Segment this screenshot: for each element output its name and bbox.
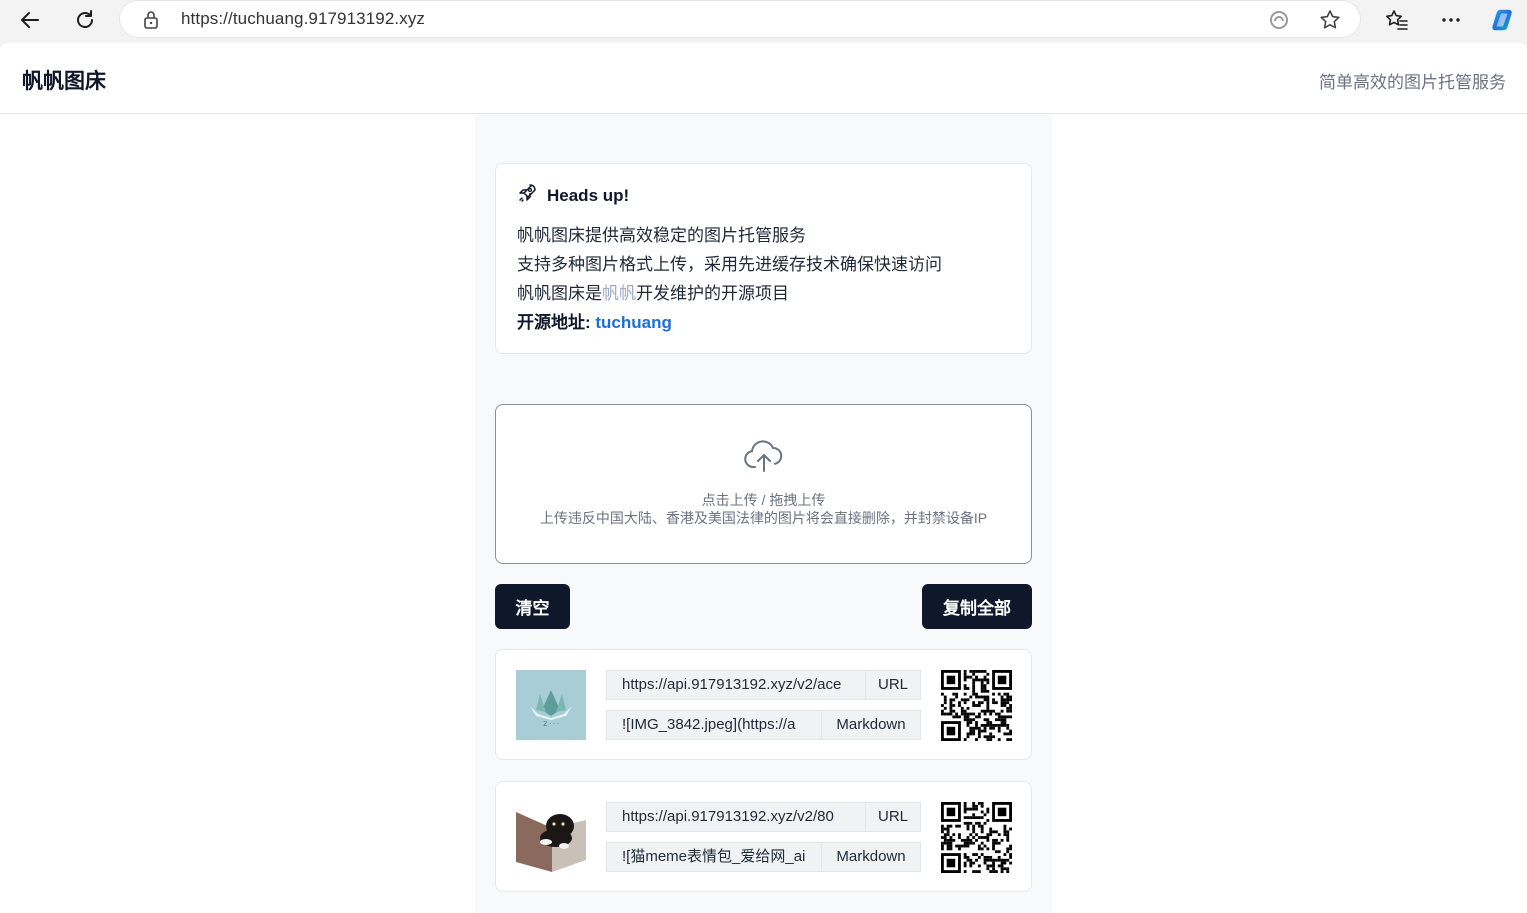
markdown-input[interactable]: ![IMG_3842.jpeg](https://a bbox=[606, 710, 821, 740]
alert-line-3-prefix: 帆帆图床是 bbox=[517, 284, 602, 303]
read-aloud-icon[interactable] bbox=[1268, 9, 1290, 31]
url-field: https://api.917913192.xyz/v2/ace URL bbox=[606, 670, 921, 700]
markdown-field: ![IMG_3842.jpeg](https://a Markdown bbox=[606, 710, 921, 740]
qr-code-image bbox=[941, 670, 1012, 741]
url-field: https://api.917913192.xyz/v2/80 URL bbox=[606, 802, 921, 832]
copilot-icon[interactable] bbox=[1489, 6, 1517, 34]
markdown-tag: Markdown bbox=[821, 710, 921, 740]
source-line: 开源地址: tuchuang bbox=[517, 308, 942, 337]
markdown-input[interactable]: ![猫meme表情包_爱给网_ai bbox=[606, 842, 821, 872]
author-link[interactable]: 帆帆 bbox=[602, 284, 636, 303]
url-text[interactable]: https://tuchuang.917913192.xyz bbox=[181, 9, 425, 29]
back-arrow-icon[interactable] bbox=[14, 4, 46, 36]
source-label: 开源地址: bbox=[517, 313, 596, 332]
upload-warning: 上传违反中国大陆、香港及美国法律的图片将会直接删除，并封禁设备IP bbox=[539, 510, 988, 526]
reload-icon[interactable] bbox=[69, 4, 101, 36]
site-brand[interactable]: 帆帆图床 bbox=[22, 65, 106, 95]
upload-dropzone[interactable]: 点击上传 / 拖拽上传 上传违反中国大陆、香港及美国法律的图片将会直接删除，并封… bbox=[495, 404, 1032, 564]
copy-all-button[interactable]: 复制全部 bbox=[922, 584, 1032, 629]
heads-up-alert: Heads up! 帆帆图床提供高效稳定的图片托管服务 支持多种图片格式上传，采… bbox=[495, 163, 1032, 354]
more-menu-icon[interactable] bbox=[1437, 6, 1465, 34]
alert-title-text: Heads up! bbox=[547, 185, 630, 205]
url-tag: URL bbox=[865, 670, 921, 700]
url-input[interactable]: https://api.917913192.xyz/v2/80 bbox=[606, 802, 865, 832]
alert-line-2: 支持多种图片格式上传，采用先进缓存技术确保快速访问 bbox=[517, 255, 942, 274]
qr-code-image bbox=[941, 802, 1012, 873]
cloud-upload-icon bbox=[743, 439, 785, 480]
svg-text:Z · · ·: Z · · · bbox=[543, 721, 559, 728]
alert-line-3-suffix: 开发维护的开源项目 bbox=[636, 284, 789, 303]
alert-title: Heads up! bbox=[517, 183, 629, 208]
result-card: https://api.917913192.xyz/v2/80 URL ![猫m… bbox=[495, 781, 1032, 892]
web-page: 帆帆图床 简单高效的图片托管服务 Heads up! 帆帆图床提供高效稳定的图片… bbox=[0, 43, 1527, 913]
address-bar[interactable]: https://tuchuang.917913192.xyz bbox=[120, 1, 1360, 37]
site-tagline: 简单高效的图片托管服务 bbox=[1319, 73, 1506, 92]
markdown-tag: Markdown bbox=[821, 842, 921, 872]
upload-hint: 点击上传 / 拖拽上传 bbox=[701, 492, 826, 508]
url-tag: URL bbox=[865, 802, 921, 832]
alert-body: 帆帆图床提供高效稳定的图片托管服务 支持多种图片格式上传，采用先进缓存技术确保快… bbox=[517, 221, 942, 337]
logo-crystal-image: Z · · · bbox=[516, 670, 586, 740]
favorite-star-icon[interactable] bbox=[1319, 9, 1341, 31]
main-content: Heads up! 帆帆图床提供高效稳定的图片托管服务 支持多种图片格式上传，采… bbox=[475, 114, 1052, 913]
markdown-field: ![猫meme表情包_爱给网_ai Markdown bbox=[606, 842, 921, 872]
alert-line-1: 帆帆图床提供高效稳定的图片托管服务 bbox=[517, 226, 806, 245]
url-input[interactable]: https://api.917913192.xyz/v2/ace bbox=[606, 670, 865, 700]
favorites-icon[interactable] bbox=[1383, 6, 1411, 34]
lock-icon[interactable] bbox=[142, 10, 160, 35]
browser-toolbar: https://tuchuang.917913192.xyz bbox=[0, 0, 1527, 40]
result-card: Z · · · https://api.917913192.xyz/v2/ace… bbox=[495, 649, 1032, 760]
site-header: 帆帆图床 简单高效的图片托管服务 bbox=[0, 43, 1527, 114]
clear-button[interactable]: 清空 bbox=[495, 584, 570, 629]
cat-laptop-image bbox=[516, 802, 586, 872]
source-link[interactable]: tuchuang bbox=[595, 313, 672, 332]
alert-line-3: 帆帆图床是帆帆开发维护的开源项目 bbox=[517, 279, 942, 308]
rocket-icon bbox=[517, 183, 537, 208]
